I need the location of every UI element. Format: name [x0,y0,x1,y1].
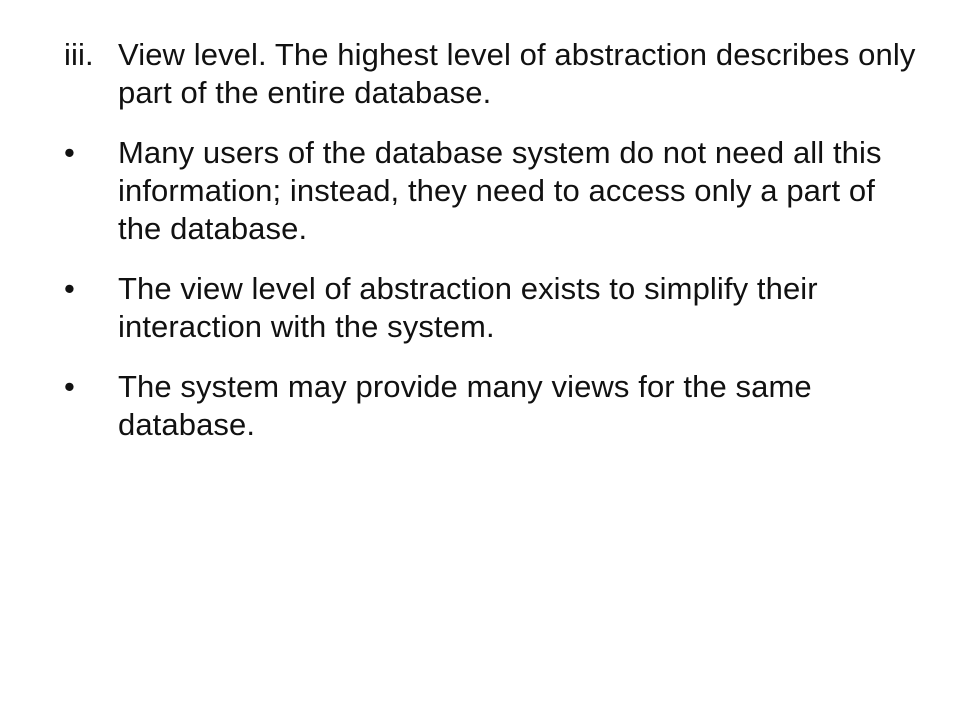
bullet-item-view-level-purpose: • The view level of abstraction exists t… [0,270,960,346]
bullet-icon: • [64,271,75,306]
numbered-item-view-level: iii. View level. The highest level of ab… [0,36,960,112]
bullet-icon: • [64,369,75,404]
bullet-icon: • [64,135,75,170]
list-number: iii. [64,37,94,72]
bullet-item-many-views: • The system may provide many views for … [0,368,960,444]
item-text: Many users of the database system do not… [118,135,882,246]
item-text: The system may provide many views for th… [118,369,812,442]
item-text: View level. The highest level of abstrac… [118,37,916,110]
slide-body: iii. View level. The highest level of ab… [0,36,960,466]
slide: iii. View level. The highest level of ab… [0,0,960,720]
item-text: The view level of abstraction exists to … [118,271,818,344]
bullet-item-users: • Many users of the database system do n… [0,134,960,248]
